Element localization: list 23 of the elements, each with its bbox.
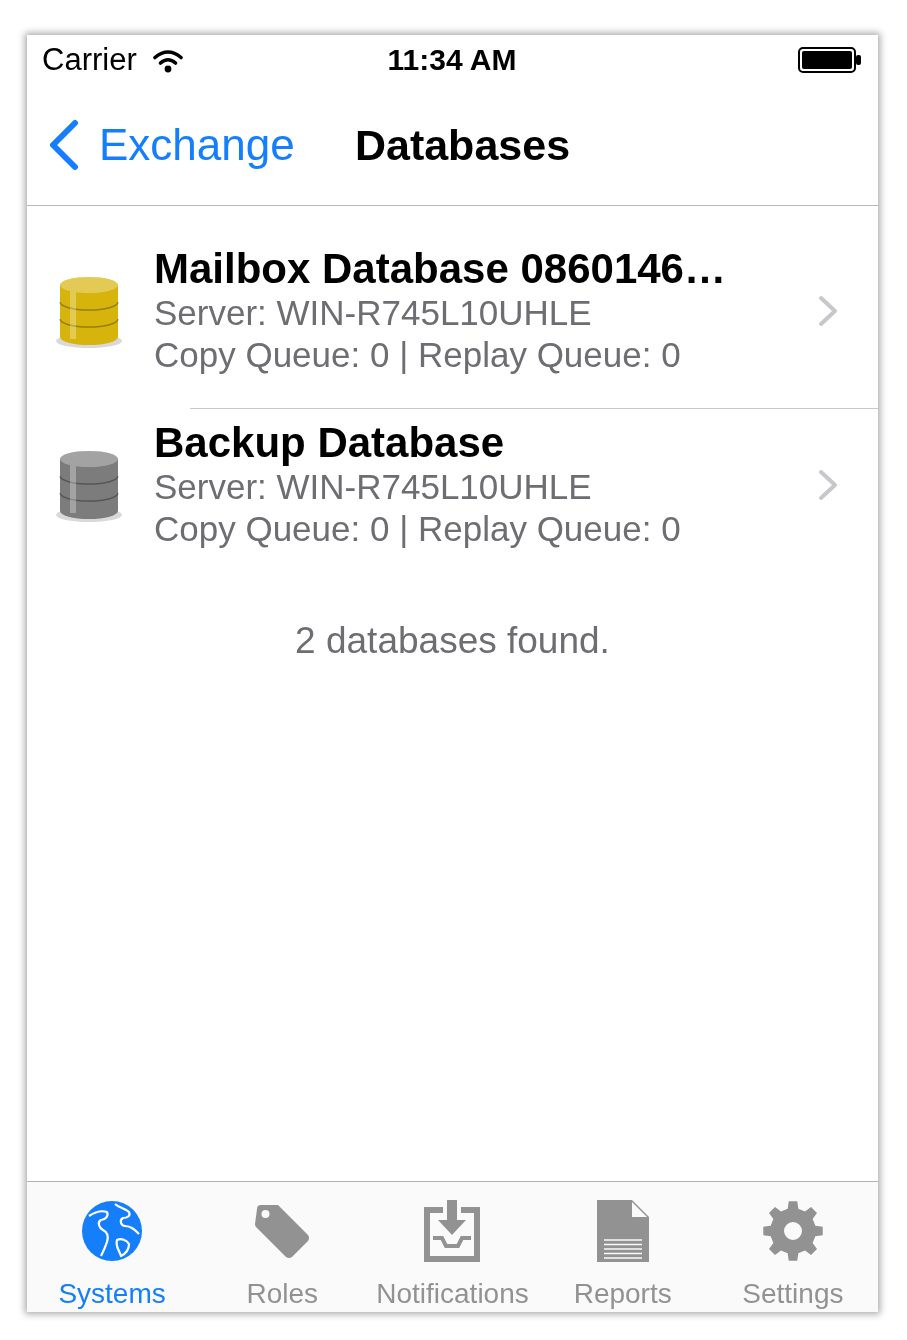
server-text: Server: WIN-R745L10UHLE	[154, 466, 592, 508]
nav-title: Databases	[354, 120, 571, 171]
chevron-right-icon	[818, 469, 838, 501]
gear-icon	[761, 1200, 824, 1262]
queue-text: Copy Queue: 0 | Replay Queue: 0	[154, 334, 681, 376]
chevron-right-icon	[818, 295, 838, 327]
back-chevron-icon	[47, 119, 80, 171]
tab-button[interactable]: Settings	[707, 1182, 878, 1312]
back-button[interactable]: Exchange	[47, 119, 295, 171]
carrier-label: Carrier	[42, 42, 137, 78]
status-time: 11:34 AM	[387, 42, 517, 78]
server-text: Server: WIN-R745L10UHLE	[154, 292, 592, 334]
tab-button[interactable]: Notifications	[367, 1182, 538, 1312]
wifi-icon	[151, 47, 184, 73]
tab-button[interactable]: Reports	[537, 1182, 708, 1312]
battery-icon	[798, 47, 862, 73]
globe-icon	[81, 1200, 144, 1262]
tab-button[interactable]: Systems	[27, 1182, 198, 1312]
queue-text: Copy Queue: 0 | Replay Queue: 0	[154, 508, 681, 550]
database-name: Backup Database	[154, 420, 505, 466]
database-name: Mailbox Database 0860146…	[154, 246, 726, 292]
tab-button[interactable]: Roles	[197, 1182, 368, 1312]
result-count: 2 databases found.	[295, 620, 610, 662]
